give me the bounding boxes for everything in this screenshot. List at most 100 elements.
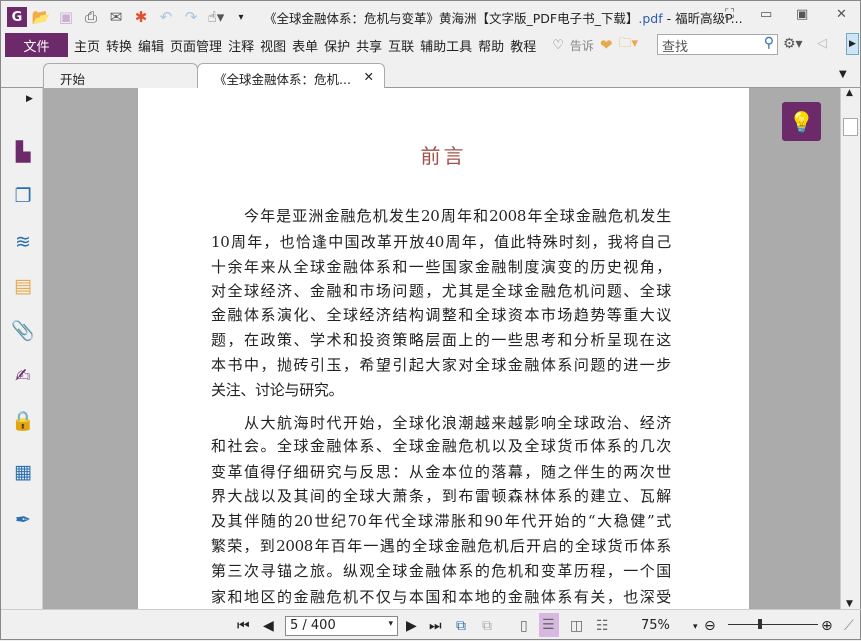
zoom-slider[interactable]	[728, 624, 818, 625]
open-folder-icon[interactable]: 📂	[30, 7, 52, 27]
folder-search-icon[interactable]: 🗀▾	[618, 34, 638, 56]
maximize-button[interactable]: ▣	[796, 7, 808, 22]
text-line: 对全球经济、金融和市场问题，尤其是全球金融危机问题、全球	[211, 282, 671, 300]
redo-icon[interactable]: ↷	[180, 7, 202, 27]
print-icon[interactable]: ⎙	[80, 7, 102, 27]
title-extension: .pdf	[638, 10, 663, 26]
zoom-out-icon[interactable]: ⊖	[704, 618, 716, 634]
menu-edit[interactable]: 编辑	[138, 36, 164, 55]
zoom-slider-handle[interactable]	[758, 619, 762, 629]
hand-tool-icon[interactable]: ☝▾	[205, 7, 227, 27]
heart-icon[interactable]: ❤	[600, 36, 613, 54]
certify-icon[interactable]: ✒	[11, 508, 35, 532]
layers-icon[interactable]: ≋	[11, 230, 35, 254]
gear-icon[interactable]: ⚙▾	[783, 36, 803, 52]
scroll-down-icon[interactable]: ▼	[846, 599, 853, 609]
comments-icon[interactable]: ▤	[11, 274, 35, 298]
text-line: 关注、讨论与研究。	[211, 381, 344, 399]
page-heading: 前言	[420, 144, 467, 168]
text-line: 金融体系演化、全球经济结构调整和全球资本市场趋势等重大议	[211, 306, 671, 324]
text-line: 第三次寻锚之旅。纵观全球金融体系的危机和变革历程，一个国	[211, 562, 671, 580]
fullscreen-icon[interactable]: ⛶	[725, 7, 734, 22]
undo-icon[interactable]: ↶	[155, 7, 177, 27]
text-line: 界大战以及其间的全球大萧条，到布雷顿森林体系的建立、瓦解	[211, 487, 671, 505]
menu-help[interactable]: 帮助	[478, 36, 504, 55]
tab-label: 《全球金融体系：危机...	[214, 72, 351, 87]
previous-view-icon[interactable]: ⧉	[456, 618, 466, 634]
last-page-icon[interactable]: ⏭	[429, 618, 442, 634]
lock-icon[interactable]: 🔒	[11, 408, 35, 432]
lightbulb-tip-button[interactable]: 💡	[782, 102, 821, 141]
scroll-up-icon[interactable]: ▲	[846, 88, 853, 98]
continuous-page-icon[interactable]: ☰	[539, 613, 559, 637]
tab-label: 开始	[60, 72, 86, 87]
title-bar: G 📂 ▣ ⎙ ✉ ✱ ↶ ↷ ☝▾ ▾ 《全球金融体系：危机与变革》黄海洲【文…	[1, 1, 861, 33]
status-bar: ⏮ ◀ ▶ ⏭ ⧉ ⧉ ▯ ☰ ◫ ☷ ▾ ⊖ ⊕ ⟋	[1, 609, 861, 641]
zoom-in-icon[interactable]: ⊕	[821, 618, 833, 634]
facing-page-icon[interactable]: ◫	[570, 618, 583, 634]
menu-accessibility[interactable]: 辅助工具	[420, 36, 472, 55]
text-line: 和社会。全球金融体系、全球金融危机以及全球货币体系的几次	[211, 437, 671, 455]
next-page-icon[interactable]: ▶	[406, 618, 417, 634]
tab-start[interactable]: 开始	[43, 63, 198, 89]
scrollbar-thumb[interactable]	[843, 118, 858, 136]
window-title: 《全球金融体系：危机与变革》黄海洲【文字版_PDF电子书_下载】.pdf - 福…	[264, 8, 743, 27]
continuous-facing-icon[interactable]: ☷	[596, 618, 609, 634]
menu-connect[interactable]: 互联	[388, 36, 414, 55]
vertical-scrollbar[interactable]: ▲ ▼	[840, 88, 860, 609]
pdf-page: 前言 今年是亚洲金融危机发生20周年和2008年全球金融危机发生 10周年，也恰逢…	[138, 88, 749, 609]
save-icon[interactable]: ▣	[55, 7, 77, 27]
scroll-right-button[interactable]: ▶	[846, 33, 859, 55]
menu-home[interactable]: 主页	[74, 36, 100, 55]
new-document-icon[interactable]: ✱	[130, 7, 152, 27]
lightbulb-icon[interactable]: ♡	[552, 38, 564, 53]
single-page-icon[interactable]: ▯	[520, 618, 528, 634]
zoom-dropdown-icon[interactable]: ▾	[693, 622, 698, 632]
menu-share[interactable]: 共享	[356, 36, 382, 55]
menu-tutorial[interactable]: 教程	[510, 36, 536, 55]
email-icon[interactable]: ✉	[105, 7, 127, 27]
attachment-icon[interactable]: 📎	[11, 318, 35, 342]
text-line: 及其伴随的20世纪70年代全球滞胀和90年代开始的“大稳健”式	[211, 512, 671, 530]
search-input[interactable]: 查找 ⚲	[657, 34, 778, 55]
menu-form[interactable]: 表单	[292, 36, 318, 55]
tab-document[interactable]: 《全球金融体系：危机... ✕	[197, 63, 385, 90]
search-icon[interactable]: ⚲	[764, 35, 774, 51]
close-tab-icon[interactable]: ✕	[364, 69, 374, 84]
menu-convert[interactable]: 转换	[106, 36, 132, 55]
scroll-left-icon[interactable]: ◁	[817, 36, 827, 51]
title-text: 《全球金融体系：危机与变革》黄海洲【文字版_PDF电子书_下载】	[264, 10, 639, 26]
text-line: 题，在政策、学术和投资策略层面上的一些思考和分析呈现在这	[211, 331, 671, 349]
document-viewer: 前言 今年是亚洲金融危机发生20周年和2008年全球金融危机发生 10周年，也恰逢…	[43, 88, 840, 609]
previous-page-icon[interactable]: ◀	[263, 618, 274, 634]
search-placeholder: 查找	[662, 40, 689, 55]
file-menu[interactable]: 文件	[5, 33, 68, 57]
tell-me[interactable]: 告诉	[570, 37, 594, 54]
tab-dropdown-icon[interactable]: ▼	[839, 69, 847, 80]
close-button[interactable]: ✕	[836, 7, 847, 22]
next-view-icon[interactable]: ⧉	[482, 618, 492, 634]
page-number-input[interactable]: 5 / 400 ▾	[285, 616, 398, 636]
text-line: 10周年，也恰逢中国改革开放40周年，值此特殊时刻，我将自己	[211, 233, 671, 251]
expand-panel-icon[interactable]: ▶	[26, 94, 33, 104]
first-page-icon[interactable]: ⏮	[237, 618, 250, 634]
form-fields-icon[interactable]: ▦	[11, 460, 35, 484]
left-sidebar: ▶ ▙ ❐ ≋ ▤ 📎 ✍ 🔒 ▦ ✒	[1, 88, 43, 609]
text-line: 十余年来从全球金融体系和一些国家金融制度演变的历史视角，	[211, 258, 671, 276]
resize-grip-icon[interactable]: ⟋	[844, 618, 854, 634]
menu-page-manage[interactable]: 页面管理	[170, 36, 222, 55]
text-line: 从大航海时代开始，全球化浪潮越来越影响全球政治、经济	[244, 414, 671, 432]
zoom-level[interactable]: 75%	[641, 618, 670, 633]
bookmark-icon[interactable]: ▙	[11, 140, 35, 164]
minimize-button[interactable]: ▭	[760, 7, 772, 22]
menu-comment[interactable]: 注释	[228, 36, 254, 55]
page-dropdown-icon[interactable]: ▾	[388, 619, 393, 629]
tab-bar: 开始 《全球金融体系：危机... ✕ ▼	[1, 61, 861, 90]
menu-view[interactable]: 视图	[260, 36, 286, 55]
pages-icon[interactable]: ❐	[11, 184, 35, 208]
text-line: 变革值得仔细研究与反思：从金本位的落幕，随之伴生的两次世	[211, 463, 671, 481]
menu-protect[interactable]: 保护	[324, 36, 350, 55]
customize-dropdown-icon[interactable]: ▾	[230, 7, 252, 27]
text-line: 本书中，抛砖引玉，希望引起大家对全球金融体系问题的进一步	[211, 356, 671, 374]
signature-icon[interactable]: ✍	[11, 364, 35, 388]
